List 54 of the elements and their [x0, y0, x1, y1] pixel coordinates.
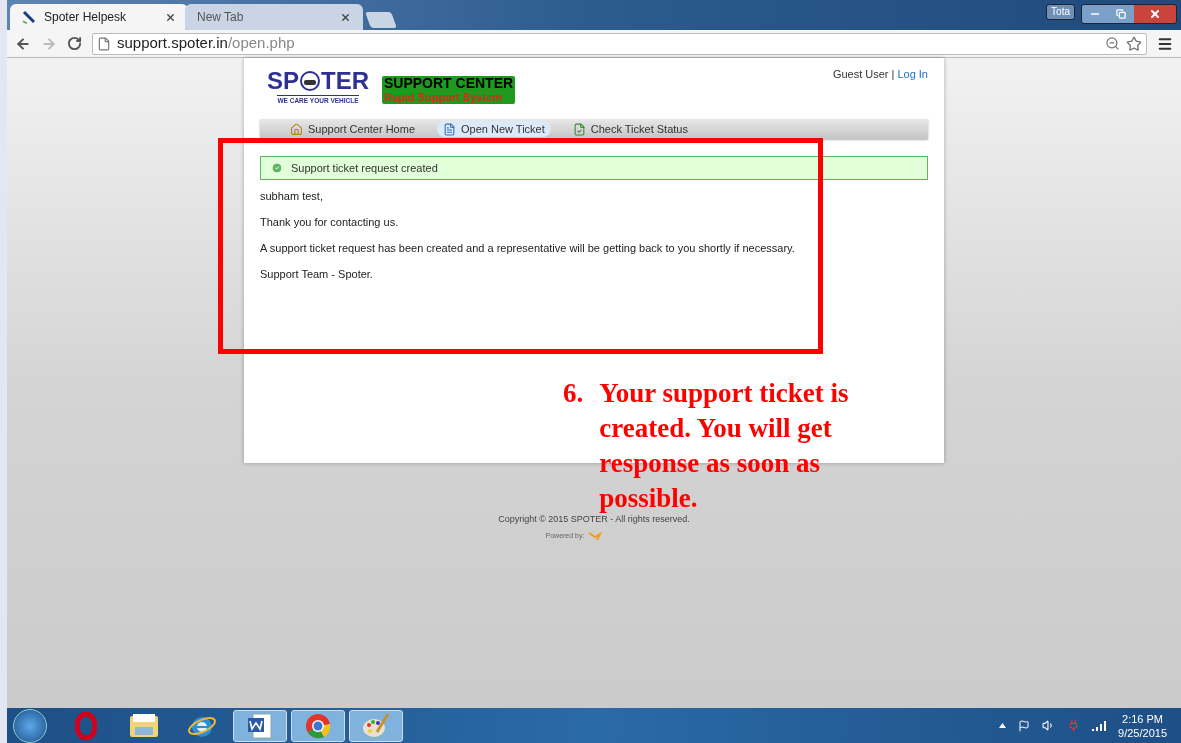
login-link[interactable]: Log In — [897, 66, 928, 83]
check-circle-icon — [271, 162, 283, 174]
back-icon[interactable] — [15, 35, 31, 52]
satellite-icon — [22, 10, 36, 24]
menu-icon[interactable] — [1157, 35, 1173, 52]
start-button[interactable] — [13, 708, 47, 743]
nav-tab[interactable]: Open New Ticket — [437, 121, 551, 137]
signal-bars-icon[interactable] — [1092, 720, 1107, 731]
chrome-ball-icon — [304, 711, 332, 740]
star-icon[interactable] — [1126, 35, 1142, 52]
document-w-icon — [247, 711, 273, 740]
taskbar-app-button[interactable] — [291, 709, 345, 742]
close-button[interactable] — [1134, 5, 1176, 23]
document-icon — [443, 122, 456, 136]
guest-user-label: Guest User — [832, 67, 889, 82]
message-text: A support ticket request has been created and a representative will be getting back to you shortly if necessary. — [260, 241, 796, 255]
url-text: support.spoter.in/open.php — [117, 33, 295, 54]
kangaroo-logo-icon — [588, 530, 603, 541]
step-number: 6. — [563, 377, 584, 410]
address-field[interactable]: support.spoter.in/open.php — [92, 32, 1147, 55]
flag-icon[interactable] — [1018, 719, 1031, 732]
copyright-text: Copyright © 2015 SPOTER - All rights reserved. — [498, 513, 690, 526]
nav-tab[interactable]: Support Center Home — [284, 121, 421, 137]
palette-brush-icon — [361, 711, 391, 740]
notice-text: Support ticket request created — [291, 160, 438, 176]
browser-tab[interactable]: Spoter Helpesk — [10, 4, 188, 30]
caret-up-icon[interactable] — [999, 723, 1007, 728]
reload-icon[interactable] — [67, 36, 82, 51]
new-tab-button[interactable] — [365, 12, 397, 28]
house-icon — [290, 122, 303, 136]
restore-button[interactable] — [1108, 5, 1134, 23]
message-text: Support Team - Spoter. — [260, 267, 374, 281]
separator: | — [891, 67, 895, 82]
close-icon[interactable] — [340, 11, 351, 23]
taskbar-app-button[interactable] — [233, 709, 287, 742]
close-icon[interactable] — [165, 11, 176, 23]
letter-o-icon — [75, 711, 97, 740]
message-text: Thank you for contacting us. — [260, 215, 400, 229]
folder-icon — [129, 712, 159, 739]
car-emblem-icon — [299, 70, 321, 92]
document-check-icon — [572, 122, 586, 136]
browser-tab[interactable]: New Tab — [185, 4, 363, 30]
restore-icon — [1116, 9, 1126, 19]
tab-title: New Tab — [197, 9, 245, 26]
zoom-out-icon[interactable] — [1105, 36, 1120, 51]
tab-title: Spoter Helpesk — [44, 9, 128, 26]
close-icon — [1149, 8, 1161, 20]
page-icon — [97, 36, 111, 51]
nav-tab[interactable]: Check Ticket Status — [566, 121, 694, 137]
support-center-banner: SUPPORT CENTER Rapid Support System — [382, 76, 516, 104]
taskbar-app-button[interactable] — [349, 709, 403, 742]
clock[interactable]: 2:16 PM 9/25/2015 — [1118, 711, 1167, 740]
message-text: subham test, — [260, 189, 324, 203]
annotation-text: Your support ticket is created. You will get response as soon as possible. — [599, 377, 850, 515]
